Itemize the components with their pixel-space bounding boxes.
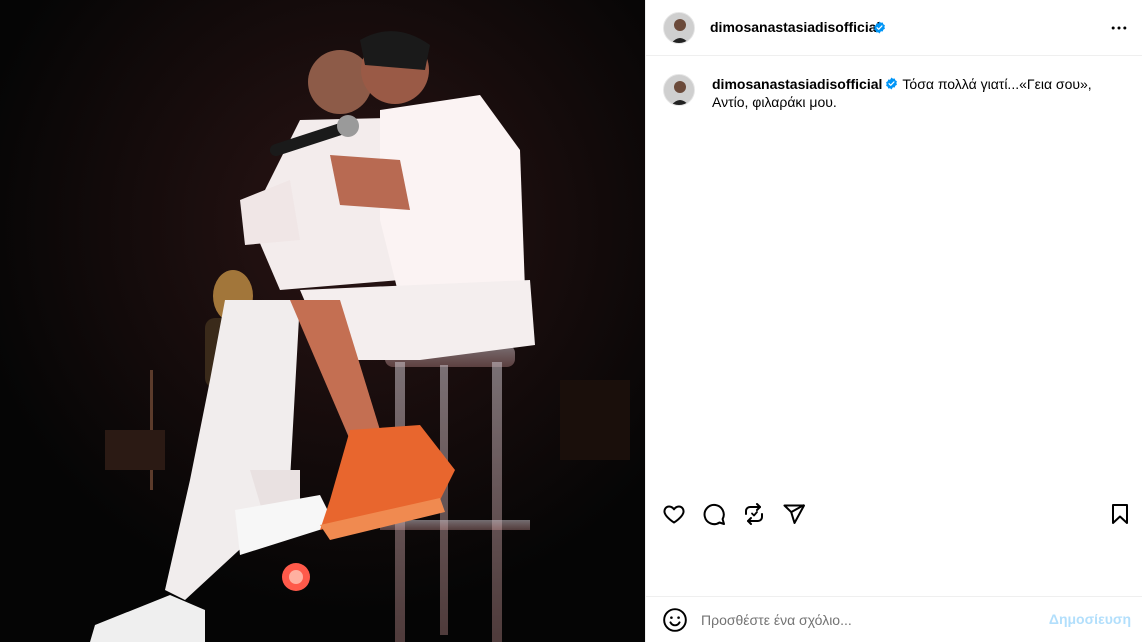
caption-username[interactable]: dimosanastasiadisofficial — [712, 76, 882, 92]
comment-button[interactable] — [700, 500, 728, 528]
repost-button[interactable] — [740, 500, 768, 528]
paper-plane-icon — [783, 504, 805, 524]
like-button[interactable] — [660, 500, 688, 528]
post-photo[interactable] — [0, 0, 645, 642]
repost-icon — [745, 503, 763, 525]
author-username[interactable]: dimosanastasiadisofficial — [710, 19, 880, 35]
share-button[interactable] — [780, 500, 808, 528]
comment-bar: Δημοσίευση — [646, 596, 1142, 642]
verified-badge-icon — [886, 77, 898, 90]
post-caption: dimosanastasiadisofficial Τόσα πολλά για… — [712, 75, 1112, 111]
more-options-button[interactable] — [1107, 16, 1131, 40]
heart-icon — [663, 505, 685, 524]
more-options-icon — [1111, 26, 1127, 30]
avatar-image — [664, 13, 694, 43]
caption-author-avatar[interactable] — [663, 74, 695, 106]
comment-input[interactable] — [701, 609, 1031, 631]
post-side-panel: dimosanastasiadisofficial dimosanastasia… — [645, 0, 1142, 642]
emoji-button[interactable] — [662, 607, 688, 633]
concert-photo-illustration — [0, 0, 645, 642]
bookmark-icon — [1112, 504, 1128, 524]
author-avatar[interactable] — [663, 12, 695, 44]
comment-bubble-icon — [703, 503, 725, 526]
post-comment-button[interactable]: Δημοσίευση — [1049, 611, 1131, 627]
verified-badge-icon — [874, 21, 885, 34]
action-bar — [646, 496, 1142, 532]
save-button[interactable] — [1106, 500, 1134, 528]
smiley-icon — [663, 608, 687, 632]
post-header: dimosanastasiadisofficial — [646, 0, 1142, 56]
avatar-image — [664, 75, 694, 105]
